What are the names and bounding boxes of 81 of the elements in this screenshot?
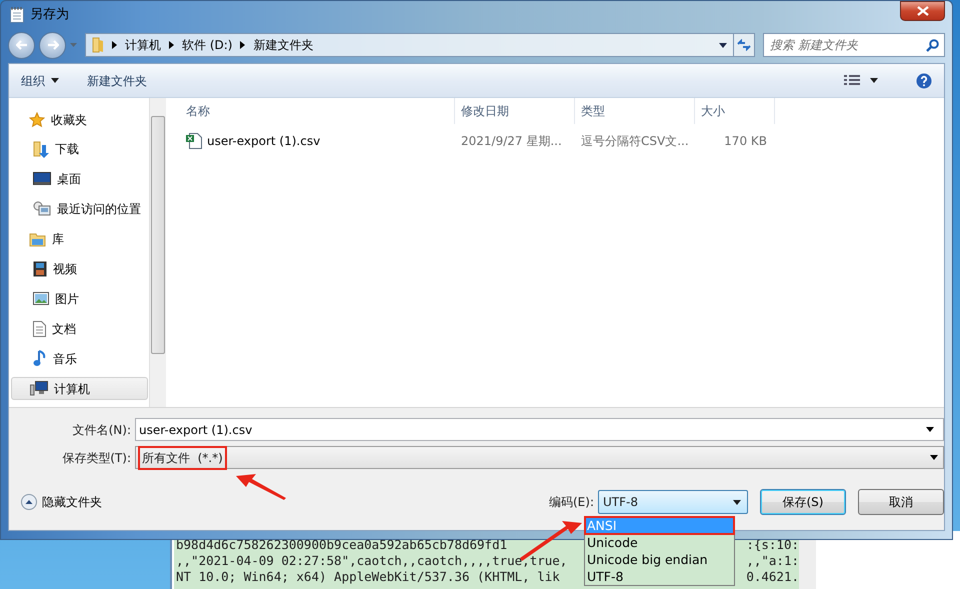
- selected-value: 所有文件 (*.*): [139, 446, 226, 468]
- hide-folders-button[interactable]: 隐藏文件夹: [21, 493, 102, 511]
- spreadsheet-file-icon: [186, 133, 202, 149]
- sidebar-item[interactable]: 音乐: [9, 347, 146, 370]
- text-line: b98d4d6c758262300900b9cea0a592ab65cb78d69fd1: [176, 537, 508, 553]
- dropdown-option[interactable]: Unicode big endian: [585, 551, 734, 568]
- sidebar-item[interactable]: 视频: [9, 257, 146, 280]
- scrollbar[interactable]: [799, 537, 816, 589]
- sidebar-item[interactable]: 图片: [9, 287, 146, 310]
- filename-field[interactable]: user-export (1).csv: [135, 418, 944, 441]
- save-button[interactable]: 保存(S): [760, 489, 846, 515]
- window-title: 另存为: [30, 6, 69, 24]
- text-line: 0.4621.: [746, 569, 799, 585]
- search-field[interactable]: 搜索 新建文件夹: [763, 33, 945, 57]
- sidebar-item[interactable]: 库: [9, 228, 146, 251]
- caret-icon: [870, 78, 878, 83]
- forward-button[interactable]: [39, 32, 66, 58]
- sidebar-item[interactable]: 下载: [9, 138, 146, 161]
- chevron-icon[interactable]: [169, 41, 174, 49]
- search-icon: [926, 39, 939, 52]
- folder-icon: [92, 37, 104, 53]
- close-icon: [916, 6, 928, 16]
- help-icon[interactable]: [916, 72, 932, 88]
- text-line: ,,"a:1:: [746, 553, 799, 569]
- view-list-icon[interactable]: [844, 74, 860, 86]
- column-header[interactable]: 类型: [575, 98, 695, 124]
- field-label: 编码(E):: [549, 494, 594, 511]
- toolbar-button[interactable]: 新建文件夹: [87, 72, 147, 90]
- annotation-arrow: [236, 474, 286, 500]
- breadcrumb[interactable]: 计算机: [125, 36, 161, 54]
- table-cell-text: 170 KB: [723, 133, 768, 150]
- field-label: 文件名(N):: [72, 422, 132, 438]
- forward-arrow-icon: [46, 40, 58, 50]
- column-header[interactable]: 修改日期: [455, 98, 575, 124]
- table-cell-text: 逗号分隔符CSV文...: [580, 133, 690, 150]
- notepad-icon: [10, 7, 24, 23]
- computer-icon: [30, 381, 48, 396]
- sidebar-item[interactable]: 文档: [9, 317, 146, 340]
- back-arrow-icon: [16, 40, 28, 50]
- field-label: 保存类型(T):: [61, 450, 132, 466]
- refresh-icon: [737, 39, 751, 51]
- breadcrumb[interactable]: 新建文件夹: [253, 36, 314, 54]
- back-button[interactable]: [8, 32, 35, 58]
- file-name[interactable]: user-export (1).csv: [180, 132, 455, 150]
- dropdown-caret-icon: [930, 455, 938, 460]
- refresh-button[interactable]: [733, 33, 755, 57]
- file-type-select[interactable]: 所有文件 (*.*): [135, 446, 944, 469]
- chevron-icon[interactable]: [112, 41, 117, 49]
- breadcrumb[interactable]: 软件 (D:): [182, 36, 232, 54]
- text-line: ,,"2021-04-09 02:27:58",caotch,,caotch,,,,true,true,: [176, 553, 568, 569]
- toolbar-button[interactable]: 组织: [21, 72, 59, 90]
- picture-icon: [33, 292, 49, 306]
- sidebar-item[interactable]: 最近访问的位置: [9, 198, 146, 221]
- text-line: :{s:10:: [746, 537, 799, 553]
- sidebar-item[interactable]: 桌面: [9, 168, 146, 191]
- dropdown-option[interactable]: UTF-8: [585, 568, 734, 585]
- text-line: NT 10.0; Win64; x64) AppleWebKit/537.36 (KHTML, lik: [176, 569, 560, 585]
- chevron-icon[interactable]: [240, 41, 246, 49]
- encoding-select[interactable]: UTF-8: [598, 490, 748, 514]
- desktop-icon: [33, 172, 51, 186]
- star-icon: [29, 112, 45, 128]
- document-icon: [33, 320, 46, 337]
- sidebar-item[interactable]: 计算机: [11, 377, 148, 400]
- caret-icon: [51, 78, 59, 83]
- cancel-button[interactable]: 取消: [858, 489, 944, 515]
- sidebar-item[interactable]: 收藏夹: [9, 108, 146, 131]
- folder-download-icon: [33, 140, 49, 158]
- dropdown-caret-icon[interactable]: [926, 427, 934, 432]
- close-button[interactable]: [900, 1, 945, 21]
- column-header[interactable]: 名称: [180, 98, 455, 124]
- dropdown-option[interactable]: Unicode: [585, 534, 734, 551]
- recent-places-icon: [33, 201, 51, 218]
- address-bar[interactable]: 计算机 软件 (D:) 新建文件夹: [85, 33, 734, 57]
- scrollbar[interactable]: [149, 98, 166, 407]
- library-folder-icon: [29, 232, 46, 247]
- column-header[interactable]: 大小: [695, 98, 775, 124]
- dropdown-caret-icon[interactable]: [719, 42, 727, 48]
- music-note-icon: [33, 350, 47, 368]
- film-icon: [33, 260, 47, 277]
- caret-icon: [733, 500, 741, 504]
- table-cell-text: 2021/9/27 星期...: [460, 133, 563, 150]
